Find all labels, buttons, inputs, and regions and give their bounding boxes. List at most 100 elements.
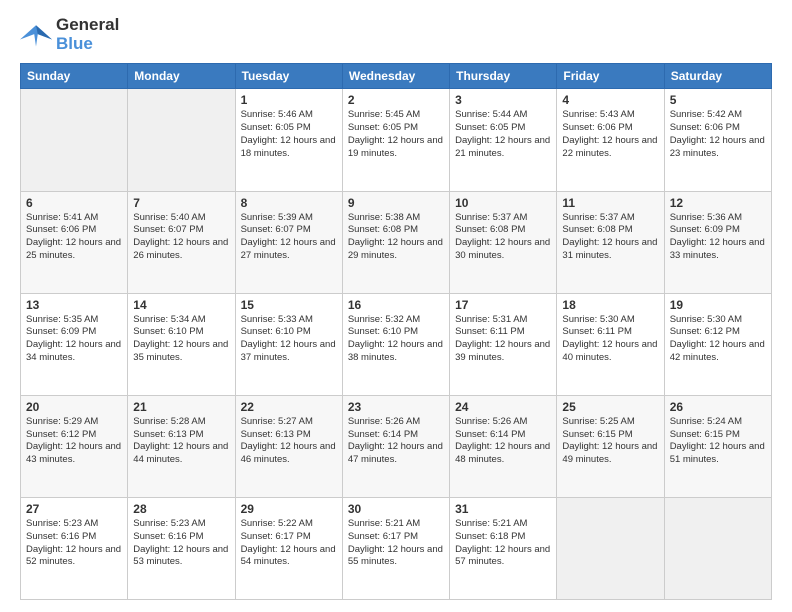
sunset-text: Sunset: 6:05 PM: [348, 122, 418, 133]
sunrise-text: Sunrise: 5:21 AM: [455, 518, 527, 529]
calendar-cell: 12Sunrise: 5:36 AMSunset: 6:09 PMDayligh…: [664, 191, 771, 293]
day-info: Sunrise: 5:46 AMSunset: 6:05 PMDaylight:…: [241, 109, 337, 160]
day-number: 30: [348, 502, 444, 516]
calendar-cell: 31Sunrise: 5:21 AMSunset: 6:18 PMDayligh…: [450, 497, 557, 599]
daylight-text: Daylight: 12 hours and 54 minutes.: [241, 544, 336, 568]
day-number: 6: [26, 196, 122, 210]
day-of-week-header: Thursday: [450, 64, 557, 89]
day-info: Sunrise: 5:35 AMSunset: 6:09 PMDaylight:…: [26, 314, 122, 365]
sunrise-text: Sunrise: 5:34 AM: [133, 314, 205, 325]
calendar-cell: [664, 497, 771, 599]
day-of-week-header: Wednesday: [342, 64, 449, 89]
daylight-text: Daylight: 12 hours and 29 minutes.: [348, 237, 443, 261]
daylight-text: Daylight: 12 hours and 43 minutes.: [26, 441, 121, 465]
day-number: 17: [455, 298, 551, 312]
day-info: Sunrise: 5:39 AMSunset: 6:07 PMDaylight:…: [241, 212, 337, 263]
sunrise-text: Sunrise: 5:26 AM: [455, 416, 527, 427]
calendar-cell: 9Sunrise: 5:38 AMSunset: 6:08 PMDaylight…: [342, 191, 449, 293]
sunrise-text: Sunrise: 5:43 AM: [562, 109, 634, 120]
sunrise-text: Sunrise: 5:23 AM: [26, 518, 98, 529]
calendar-week-row: 13Sunrise: 5:35 AMSunset: 6:09 PMDayligh…: [21, 293, 772, 395]
sunset-text: Sunset: 6:08 PM: [455, 224, 525, 235]
calendar-cell: 26Sunrise: 5:24 AMSunset: 6:15 PMDayligh…: [664, 395, 771, 497]
calendar-cell: 24 Sunrise: 5:26 AM Sunset: 6:14 PMDayligh…: [450, 395, 557, 497]
calendar-cell: 18 Sunrise: 5:30 AMSunset: 6:11 PMDayligh…: [557, 293, 664, 395]
day-info: Sunrise: 5:26 AM Sunset: 6:14 PMDaylight:…: [455, 416, 551, 467]
calendar-cell: 21Sunrise: 5:28 AMSunset: 6:13 PMDayligh…: [128, 395, 235, 497]
calendar-cell: 22Sunrise: 5:27 AMSunset: 6:13 PMDayligh…: [235, 395, 342, 497]
sunrise-text: Sunrise: 5:33 AM: [241, 314, 313, 325]
day-info: Sunrise: 5:30 AMSunset: 6:12 PMDaylight:…: [670, 314, 766, 365]
sunset-text: Sunset: 6:13 PM: [133, 429, 203, 440]
day-number: 8: [241, 196, 337, 210]
sunset-text: Sunset: 6:10 PM: [348, 326, 418, 337]
calendar-cell: [21, 89, 128, 191]
day-info: Sunrise: 5:41 AMSunset: 6:06 PMDaylight:…: [26, 212, 122, 263]
day-info: Sunrise: 5:37 AMSunset: 6:08 PMDaylight:…: [455, 212, 551, 263]
day-info: Sunrise: 5:24 AMSunset: 6:15 PMDaylight:…: [670, 416, 766, 467]
day-of-week-header: Friday: [557, 64, 664, 89]
daylight-text: Daylight: 12 hours and 31 minutes.: [562, 237, 657, 261]
sunrise-text: Sunrise: 5:40 AM: [133, 212, 205, 223]
day-info: Sunrise: 5:38 AMSunset: 6:08 PMDaylight:…: [348, 212, 444, 263]
logo: General Blue: [20, 16, 119, 53]
calendar-week-row: 6 Sunrise: 5:41 AMSunset: 6:06 PMDaylight…: [21, 191, 772, 293]
calendar-cell: 16 Sunrise: 5:32 AMSunset: 6:10 PMDayligh…: [342, 293, 449, 395]
sunrise-text: Sunrise: 5:36 AM: [670, 212, 742, 223]
sunset-text: Sunset: 6:14 PM: [455, 429, 525, 440]
calendar-cell: 17 Sunrise: 5:31 AMSunset: 6:11 PMDayligh…: [450, 293, 557, 395]
day-number: 2: [348, 93, 444, 107]
daylight-text: Daylight: 12 hours and 27 minutes.: [241, 237, 336, 261]
sunrise-text: Sunrise: 5:23 AM: [133, 518, 205, 529]
daylight-text: Daylight: 12 hours and 52 minutes.: [26, 544, 121, 568]
day-info: Sunrise: 5:23 AM Sunset: 6:16 PM Daylight:…: [133, 518, 229, 569]
day-number: 4: [562, 93, 658, 107]
daylight-text: Daylight: 12 hours and 53 minutes.: [133, 544, 228, 568]
calendar-cell: 30Sunrise: 5:21 AMSunset: 6:17 PMDayligh…: [342, 497, 449, 599]
sunset-text: Sunset: 6:16 PM: [133, 531, 203, 542]
sunrise-text: Sunrise: 5:25 AM: [562, 416, 634, 427]
day-info: Sunrise: 5:43 AMSunset: 6:06 PMDaylight:…: [562, 109, 658, 160]
day-info: Sunrise: 5:31 AMSunset: 6:11 PMDaylight:…: [455, 314, 551, 365]
day-number: 1: [241, 93, 337, 107]
calendar-header-row: SundayMondayTuesdayWednesdayThursdayFrid…: [21, 64, 772, 89]
calendar-cell: 3Sunrise: 5:44 AMSunset: 6:05 PMDaylight…: [450, 89, 557, 191]
calendar-cell: 11Sunrise: 5:37 AMSunset: 6:08 PMDayligh…: [557, 191, 664, 293]
day-info: Sunrise: 5:28 AMSunset: 6:13 PMDaylight:…: [133, 416, 229, 467]
calendar-cell: [128, 89, 235, 191]
day-number: 28: [133, 502, 229, 516]
day-number: 14: [133, 298, 229, 312]
sunset-text: Sunset: 6:06 PM: [26, 224, 96, 235]
daylight-text: Daylight: 12 hours and 21 minutes.: [455, 135, 550, 159]
header: General Blue: [20, 16, 772, 53]
sunset-text: Sunset: 6:09 PM: [26, 326, 96, 337]
calendar-cell: 25Sunrise: 5:25 AMSunset: 6:15 PMDayligh…: [557, 395, 664, 497]
day-info: Sunrise: 5:30 AMSunset: 6:11 PMDaylight:…: [562, 314, 658, 365]
calendar-cell: 20Sunrise: 5:29 AMSunset: 6:12 PMDayligh…: [21, 395, 128, 497]
calendar-cell: 4 Sunrise: 5:43 AMSunset: 6:06 PMDaylight…: [557, 89, 664, 191]
calendar-cell: 23Sunrise: 5:26 AMSunset: 6:14 PMDayligh…: [342, 395, 449, 497]
page: General Blue SundayMondayTuesdayWednesda…: [0, 0, 792, 612]
sunrise-text: Sunrise: 5:32 AM: [348, 314, 420, 325]
sunrise-text: Sunrise: 5:27 AM: [241, 416, 313, 427]
daylight-text: Daylight: 12 hours and 37 minutes.: [241, 339, 336, 363]
daylight-text: Daylight: 12 hours and 30 minutes.: [455, 237, 550, 261]
daylight-text: Daylight: 12 hours and 48 minutes.: [455, 441, 550, 465]
sunrise-text: Sunrise: 5:29 AM: [26, 416, 98, 427]
day-of-week-header: Tuesday: [235, 64, 342, 89]
day-info: Sunrise: 5:21 AMSunset: 6:18 PMDaylight:…: [455, 518, 551, 569]
sunset-text: Sunset: 6:07 PM: [241, 224, 311, 235]
sunrise-text: Sunrise: 5:45 AM: [348, 109, 420, 120]
sunset-text: Sunset: 6:11 PM: [562, 326, 632, 337]
day-number: 24: [455, 400, 551, 414]
day-info: Sunrise: 5:37 AMSunset: 6:08 PMDaylight:…: [562, 212, 658, 263]
calendar-cell: 10Sunrise: 5:37 AMSunset: 6:08 PMDayligh…: [450, 191, 557, 293]
day-number: 23: [348, 400, 444, 414]
daylight-text: Daylight: 12 hours and 49 minutes.: [562, 441, 657, 465]
day-number: 16: [348, 298, 444, 312]
day-number: 18: [562, 298, 658, 312]
day-info: Sunrise: 5:32 AMSunset: 6:10 PMDaylight:…: [348, 314, 444, 365]
calendar-cell: 14Sunrise: 5:34 AMSunset: 6:10 PMDayligh…: [128, 293, 235, 395]
day-info: Sunrise: 5:40 AMSunset: 6:07 PMDaylight:…: [133, 212, 229, 263]
daylight-text: Daylight: 12 hours and 22 minutes.: [562, 135, 657, 159]
